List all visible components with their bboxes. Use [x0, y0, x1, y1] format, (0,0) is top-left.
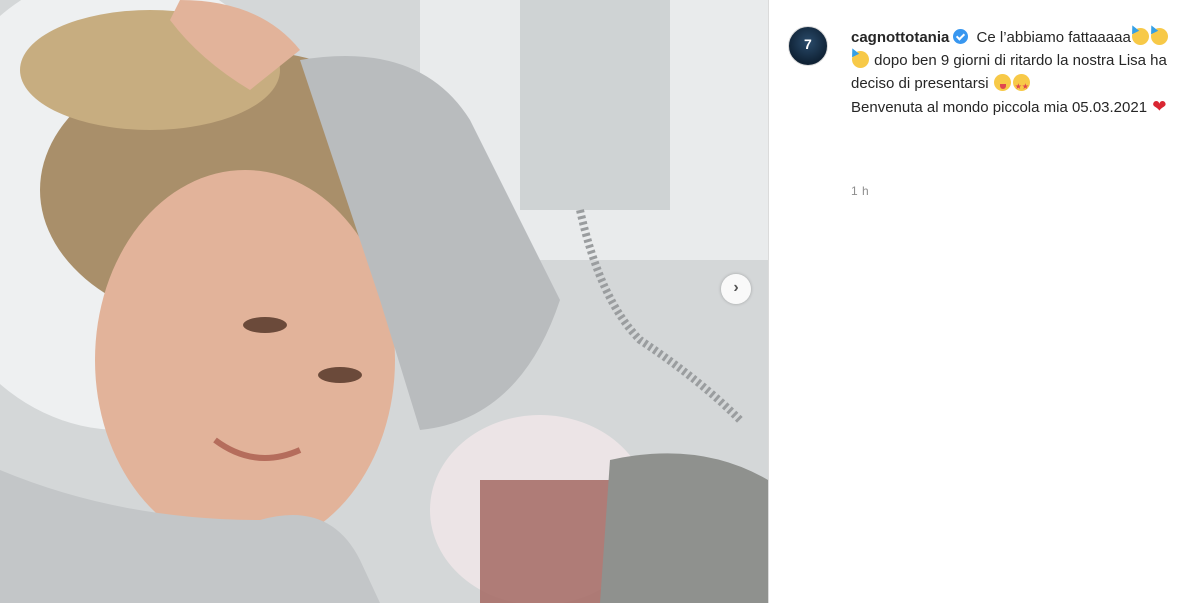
chevron-right-icon: › [733, 279, 739, 296]
author-username[interactable]: cagnottotania [851, 29, 949, 46]
bed-control [520, 0, 670, 210]
caption-text-1: Ce l’abbiamo fattaaaaa [976, 29, 1131, 46]
partying-face-icon [1131, 28, 1149, 45]
author-avatar[interactable]: 7 [788, 26, 828, 66]
post-image[interactable]: › [0, 0, 768, 603]
caption-text-3: Benvenuta al mondo piccola mia 05.03.202… [851, 99, 1152, 116]
post-timestamp[interactable]: 1 h [851, 184, 869, 198]
heart-icon: ❤ [1152, 97, 1167, 116]
baby-face-blurred [480, 480, 610, 603]
post-sidebar: 7 cagnottotania Ce l’abbiamo fattaaaaa d… [769, 0, 1200, 603]
next-image-button[interactable]: › [721, 274, 751, 304]
partying-face-icon [852, 51, 869, 68]
post-caption: cagnottotania Ce l’abbiamo fattaaaaa dop… [851, 26, 1181, 119]
baby-blanket [600, 453, 768, 603]
partying-face-icon [1150, 28, 1168, 45]
face [95, 170, 395, 550]
avatar-jersey-number: 7 [804, 36, 812, 52]
star-struck-icon [1012, 74, 1030, 98]
post-photo [0, 0, 768, 603]
zany-face-icon [993, 74, 1011, 91]
verified-badge-icon [953, 29, 969, 44]
